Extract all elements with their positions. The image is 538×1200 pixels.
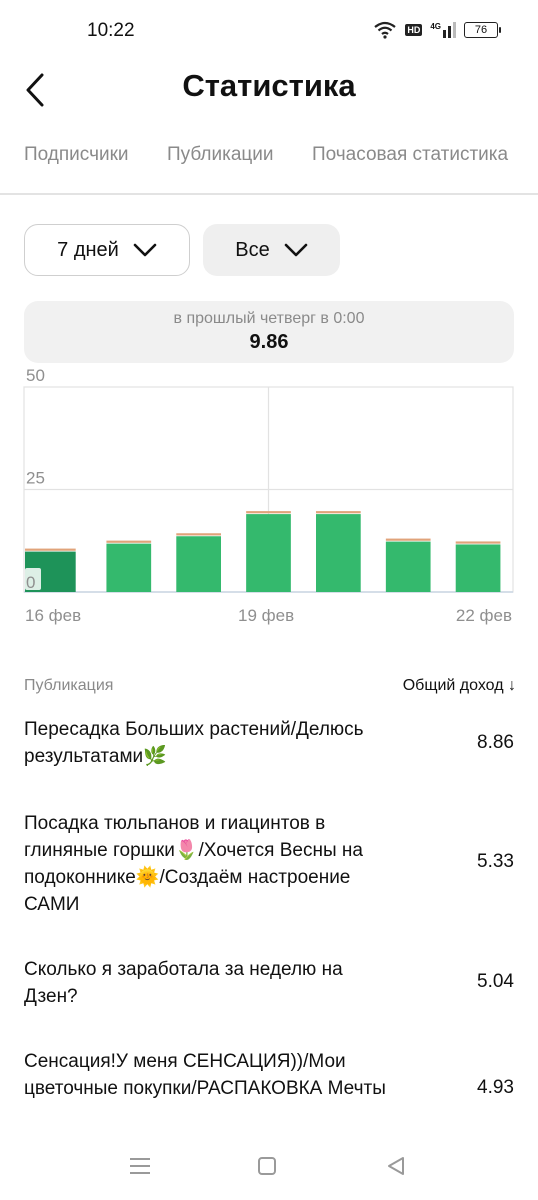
network-type: 4G [430,22,441,31]
x-tick-label: 16 фев [25,606,82,625]
y-tick-label: 50 [26,366,45,385]
table-row[interactable]: Сенсация!У меня СЕНСАЦИЯ))/Мои цветочные… [24,1048,514,1102]
menu-icon[interactable] [129,1156,151,1176]
wifi-icon [374,21,397,39]
x-tick-label: 22 фев [455,606,512,625]
tabs-divider [0,193,538,195]
chart-bar-cap [385,538,431,541]
table-row[interactable]: Сколько я заработала за неделю на Дзен? … [24,956,514,1010]
type-dropdown[interactable]: Все [203,224,340,276]
system-navigation-bar [0,1148,538,1188]
tab-bar: Подписчики Публикации Почасовая статисти… [24,144,538,170]
status-bar: 10:22 HD 4G 76 [0,0,538,62]
period-dropdown-label: 7 дней [57,238,119,261]
chart-bar-cap [316,511,361,514]
chart-bar-cap [455,541,501,544]
signal-icon: 4G [430,22,456,38]
publication-title: Сенсация!У меня СЕНСАЦИЯ))/Мои цветочные… [24,1051,386,1099]
publication-revenue: 5.33 [477,851,514,872]
tab-subscribers[interactable]: Подписчики [24,144,129,166]
page-title: Статистика [182,68,356,103]
chart-bar-cap [25,548,76,551]
chart-bar [316,514,361,592]
chart-bar-cap [176,533,221,536]
chart-bar [106,543,152,592]
sort-by-revenue-button[interactable]: Общий доход ↓ [403,677,516,695]
chart-bar [385,541,431,592]
chart-bar [455,544,501,592]
tooltip-value: 9.86 [249,331,289,353]
publication-title: Посадка тюльпанов и гиацинтов в глиняные… [24,813,363,915]
type-dropdown-label: Все [235,238,270,261]
chart-bar [246,514,291,592]
table-row[interactable]: Посадка тюльпанов и гиацинтов в глиняные… [24,810,514,918]
table-row[interactable]: Пересадка Больших растений/Делюсь резуль… [24,716,514,770]
publication-title: Пересадка Больших растений/Делюсь резуль… [24,719,364,767]
column-header-publication: Публикация [24,677,114,694]
status-icons: HD 4G 76 [373,21,501,39]
chart-tooltip: в прошлый четверг в 0:00 9.86 [24,301,514,363]
publication-revenue: 8.86 [477,732,514,753]
x-tick-label: 19 фев [238,606,295,625]
chevron-down-icon [133,243,157,257]
chart-bar-cap [106,540,152,543]
status-time: 10:22 [87,20,135,41]
period-dropdown[interactable]: 7 дней [24,224,190,276]
y-tick-label: 0 [26,573,35,592]
battery-icon: 76 [464,22,501,38]
revenue-bar-chart[interactable]: 50 25 0 [0,360,538,600]
tooltip-date: в прошлый четверг в 0:00 [173,310,365,327]
hd-icon: HD [405,24,423,36]
chart-bar [176,536,221,592]
chevron-down-icon [284,243,308,257]
back-triangle-icon[interactable] [386,1156,406,1176]
tab-hourly-stats[interactable]: Почасовая статистика [312,144,508,166]
publication-revenue: 5.04 [477,971,514,992]
home-icon[interactable] [257,1156,277,1176]
publication-revenue: 4.93 [477,1077,514,1098]
y-tick-label: 25 [26,469,45,488]
chart-bar-cap [246,511,291,514]
publication-title: Сколько я заработала за неделю на Дзен? [24,959,343,1007]
tab-publications[interactable]: Публикации [167,144,274,166]
